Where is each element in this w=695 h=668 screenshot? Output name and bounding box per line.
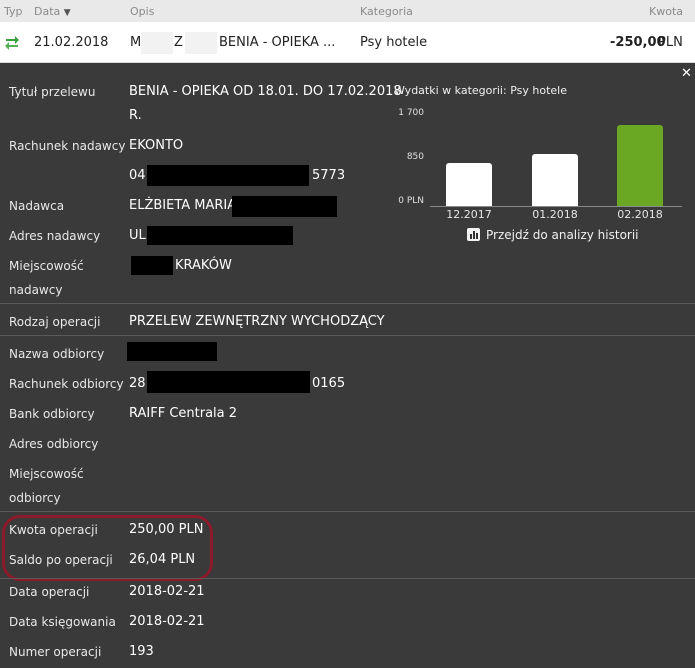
x-tick-label: 12.2017: [446, 208, 492, 221]
nadawca-label: Nadawca: [9, 199, 65, 213]
miejscowosc-nadawcy-value: KRAKÓW: [175, 258, 232, 273]
col-kwota-header[interactable]: Kwota: [649, 5, 683, 18]
bank-odbiorcy-value: RAIFF Centrala 2: [129, 406, 238, 421]
redacted-desc-2: [185, 32, 217, 54]
chart-bar-02.2018[interactable]: [617, 124, 663, 206]
transfer-icon: [5, 36, 19, 50]
transaction-category: Psy hotele: [360, 35, 428, 50]
y-tick-label: 0 PLN: [398, 196, 424, 206]
col-kategoria-header[interactable]: Kategoria: [360, 5, 413, 18]
bank-odbiorcy-label: Bank odbiorcy: [9, 407, 95, 421]
miejscowosc-nadawcy-label-1: Miejscowość: [9, 259, 84, 273]
transaction-desc-part1: M: [130, 35, 142, 50]
tytul-value-line2: R.: [129, 108, 142, 123]
tytul-value-line1: BENIA - OPIEKA OD 18.01. DO 17.02.2018: [129, 84, 402, 99]
col-data-label: Data: [34, 5, 61, 18]
table-header: Typ Data ▼ Opis Kategoria Kwota: [0, 0, 695, 23]
chart-baseline: [430, 206, 682, 207]
bar-chart-icon: [467, 228, 480, 241]
nadawca-value: ELŻBIETA MARIA: [129, 198, 237, 213]
redacted-sender-name: [232, 196, 337, 217]
col-data-header[interactable]: Data ▼: [34, 5, 71, 18]
data-ksiegowania-value: 2018-02-21: [129, 614, 205, 629]
x-tick-label: 02.2018: [617, 208, 663, 221]
col-opis-header[interactable]: Opis: [130, 5, 154, 18]
rachunek-nadawcy-suffix: 5773: [312, 168, 346, 183]
x-tick-label: 01.2018: [532, 208, 578, 221]
chart-title: Wydatki w kategorii: Psy hotele: [394, 84, 567, 97]
miejscowosc-nadawcy-label-2: nadawcy: [9, 283, 63, 297]
divider: [0, 511, 695, 512]
col-typ-header[interactable]: Typ: [4, 5, 23, 18]
rachunek-nadawcy-prefix: 04: [129, 168, 146, 183]
tytul-label: Tytuł przelewu: [9, 85, 96, 99]
data-operacji-label: Data operacji: [9, 585, 90, 599]
rodzaj-operacji-label: Rodzaj operacji: [9, 315, 101, 329]
rachunek-odbiorcy-label: Rachunek odbiorcy: [9, 377, 124, 391]
redacted-desc-1: [141, 32, 173, 54]
adres-odbiorcy-label: Adres odbiorcy: [9, 437, 99, 451]
miejscowosc-odbiorcy-label-1: Miejscowość: [9, 467, 84, 481]
sort-down-icon: ▼: [63, 8, 71, 18]
transaction-desc-part3: BENIA - OPIEKA ...: [219, 35, 336, 50]
numer-operacji-value: 193: [129, 644, 154, 659]
transaction-row[interactable]: 21.02.2018 M Z BENIA - OPIEKA ... Psy ho…: [0, 22, 695, 63]
close-icon[interactable]: ✕: [681, 66, 692, 81]
redacted-account-recipient: [147, 371, 310, 393]
chart-bar-12.2017[interactable]: [446, 162, 492, 206]
nazwa-odbiorcy-label: Nazwa odbiorcy: [9, 347, 105, 361]
highlight-oval: [2, 515, 213, 581]
y-tick-label: 850: [406, 152, 424, 162]
chart-bar-01.2018[interactable]: [532, 154, 578, 206]
adres-nadawcy-value: UL: [129, 228, 146, 243]
divider: [0, 578, 695, 579]
rodzaj-operacji-value: PRZELEW ZEWNĘTRZNY WYCHODZĄCY: [129, 314, 385, 329]
data-operacji-value: 2018-02-21: [129, 584, 205, 599]
history-analysis-link[interactable]: Przejdź do analizy historii: [467, 228, 639, 242]
transaction-currency: PLN: [658, 35, 683, 50]
rachunek-odbiorcy-suffix: 0165: [312, 376, 346, 391]
redacted-sender-address: [147, 226, 293, 245]
y-tick-label: 1 700: [398, 108, 424, 118]
transaction-date: 21.02.2018: [34, 35, 109, 50]
divider: [0, 303, 695, 304]
rachunek-nadawcy-value: EKONTO: [129, 138, 184, 153]
history-analysis-label: Przejdź do analizy historii: [486, 228, 639, 242]
redacted-sender-postcode: [131, 256, 173, 275]
miejscowosc-odbiorcy-label-2: odbiorcy: [9, 491, 61, 505]
adres-nadawcy-label: Adres nadawcy: [9, 229, 101, 243]
divider: [0, 335, 695, 336]
numer-operacji-label: Numer operacji: [9, 645, 102, 659]
redacted-account-sender: [147, 165, 309, 186]
redacted-recipient-name: [127, 342, 217, 361]
transaction-desc-part2: Z: [174, 35, 183, 50]
data-ksiegowania-label: Data księgowania: [9, 615, 116, 629]
rachunek-odbiorcy-prefix: 28: [129, 376, 146, 391]
rachunek-nadawcy-label: Rachunek nadawcy: [9, 139, 126, 153]
